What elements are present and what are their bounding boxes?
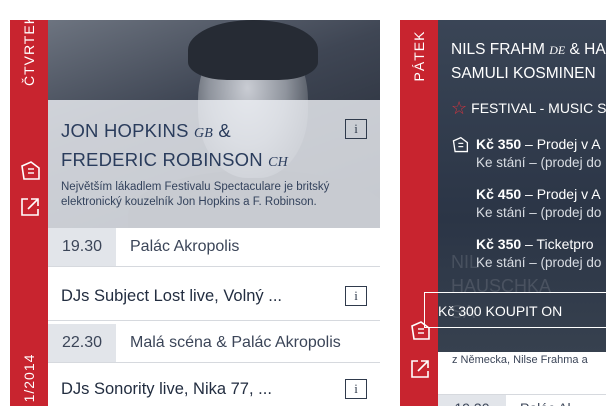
day-label: ČTVRTEK [21,20,37,87]
external-link-icon[interactable] [409,358,431,380]
info-button[interactable]: i [345,119,367,139]
event-description: z Německa, Nilse Frahma a [452,354,588,366]
background-text: NIL [451,252,480,272]
event-venue: Palác Akropolis [130,238,240,255]
external-link-icon[interactable] [19,196,41,218]
day-rail: PÁTEK [400,20,438,406]
event-card-friday: PÁTEK NILS FRAHM DE & HA SAMULI KOSMINEN… [400,20,606,406]
price-option[interactable]: Kč 450 – Prodej v A Ke stání – (prodej d… [476,186,601,220]
event-title: JON HOPKINS GB & FREDERIC ROBINSON CH [61,120,288,170]
event-name: DJs Subject Lost live, Volný ... [61,287,283,305]
price-option[interactable]: Kč 350 – Ticketpro Ke stání – (prodej do [476,236,601,270]
time-row: 19.30 Palác Akropolis [48,228,380,267]
artist-photo: JON HOPKINS GB & FREDERIC ROBINSON CH i … [48,20,380,228]
ticket-icon[interactable] [19,160,41,182]
date-label: 1/2014 [21,353,37,403]
event-row[interactable]: DJs Subject Lost live, Volný ... i [48,272,380,321]
event-venue: Malá scéna & Palác Akropolis [130,334,341,351]
event-venue: Palác Al [520,395,571,406]
day-rail: ČTVRTEK 1/2014 [10,20,48,406]
info-button[interactable]: i [345,379,367,399]
event-time: 19.30 [48,228,116,266]
event-card-thursday: ČTVRTEK 1/2014 JON HOPKINS GB & FREDERIC… [10,20,380,406]
event-name: DJs Sonority live, Nika 77, ... [61,380,272,398]
event-description: Největším lákadlem Festivalu Spectacular… [61,181,330,208]
festival-label[interactable]: ☆ FESTIVAL - MUSIC S [451,98,606,119]
event-time: 22.30 [48,324,116,362]
event-row[interactable]: DJs Sonority live, Nika 77, ... i [48,365,380,406]
event-title: NILS FRAHM DE & HA SAMULI KOSMINEN [451,41,606,82]
price-option[interactable]: Kč 350 – Prodej v A Ke stání – (prodej d… [476,136,601,170]
buy-online-button[interactable]: Kč 300 KOUPIT ON [424,292,606,328]
price-tag-icon [451,136,469,159]
event-time: 19.30 [438,395,506,406]
star-icon[interactable]: ☆ [451,98,467,118]
day-label: PÁTEK [411,30,427,82]
time-row: 22.30 Malá scéna & Palác Akropolis [48,324,380,363]
time-row: 19.30 Palác Al [438,394,606,406]
info-button[interactable]: i [345,286,367,306]
